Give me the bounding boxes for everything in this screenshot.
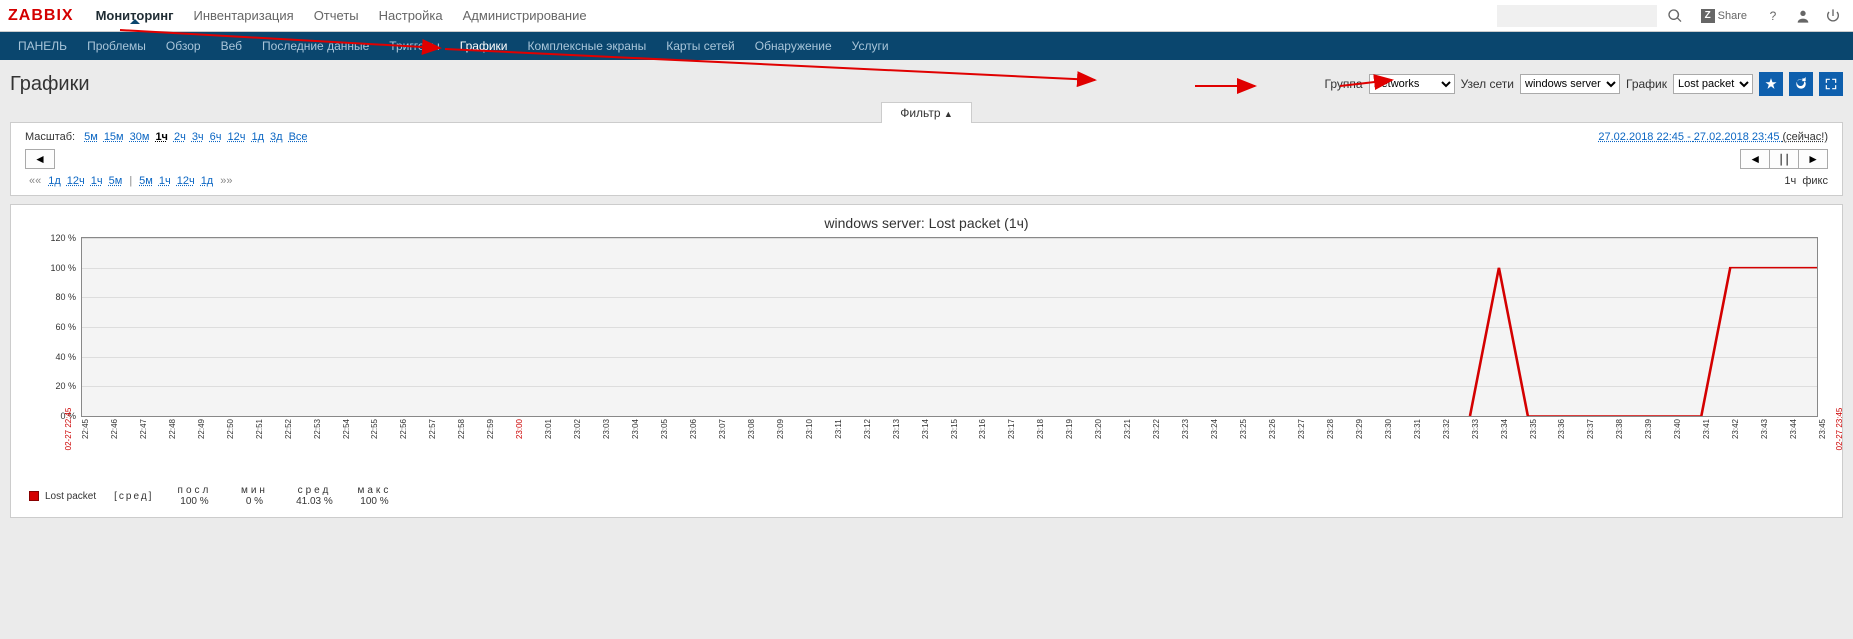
shift-right-lbl: »»: [220, 175, 232, 187]
shift-left-1д[interactable]: 1д: [48, 175, 61, 187]
sub-nav-Обнаружение[interactable]: Обнаружение: [745, 32, 842, 60]
sub-nav-Карты сетей[interactable]: Карты сетей: [656, 32, 745, 60]
shift-right-1д[interactable]: 1д: [201, 175, 214, 187]
sub-nav-Веб[interactable]: Веб: [211, 32, 252, 60]
nav-group-pause[interactable]: ∣∣: [1769, 149, 1799, 169]
top-nav: ZABBIX МониторингИнвентаризацияОтчетыНас…: [0, 0, 1853, 32]
top-nav-Отчеты[interactable]: Отчеты: [304, 8, 369, 23]
chart-legend: Lost packet [сред] посл100 %мин0 %сред41…: [25, 485, 1828, 507]
sub-nav-Последние данные[interactable]: Последние данные: [252, 32, 379, 60]
svg-text:?: ?: [1770, 9, 1777, 23]
zoom-12ч[interactable]: 12ч: [228, 131, 246, 143]
zoom-6ч[interactable]: 6ч: [210, 131, 222, 143]
fix-info: 1ч фикс: [1784, 175, 1828, 187]
zoom-30м[interactable]: 30м: [130, 131, 150, 143]
filter-arrow-icon: ▲: [944, 109, 953, 119]
zoom-1ч[interactable]: 1ч: [155, 131, 168, 143]
group-select[interactable]: Networks: [1369, 74, 1455, 94]
sub-nav-Графики[interactable]: Графики: [450, 32, 518, 60]
filter-tab[interactable]: Фильтр ▲: [881, 102, 972, 123]
sub-nav-Комплексные экраны[interactable]: Комплексные экраны: [518, 32, 657, 60]
top-nav-Администрирование[interactable]: Администрирование: [453, 8, 597, 23]
sub-nav-Триггеры[interactable]: Триггеры: [379, 32, 450, 60]
group-label: Группа: [1325, 77, 1363, 91]
chart-plot[interactable]: 120 % 100 % 80 % 60 % 40 % 20 % 0 %: [81, 237, 1818, 417]
shift-left-5м[interactable]: 5м: [109, 175, 123, 187]
legend-swatch: [29, 491, 39, 501]
shift-left-lbl: ««: [29, 175, 41, 187]
zoom-2ч[interactable]: 2ч: [174, 131, 186, 143]
top-right: Z Share ?: [1497, 4, 1845, 28]
refresh-button[interactable]: [1789, 72, 1813, 96]
graph-label: График: [1626, 77, 1667, 91]
share-z-icon: Z: [1701, 9, 1715, 23]
shift-left-1ч[interactable]: 1ч: [91, 175, 103, 187]
zoom-5м[interactable]: 5м: [84, 131, 98, 143]
graph-select[interactable]: Lost packet: [1673, 74, 1753, 94]
user-icon[interactable]: [1791, 4, 1815, 28]
top-nav-Инвентаризация[interactable]: Инвентаризация: [184, 8, 304, 23]
nav-group-prev[interactable]: ◄: [1740, 149, 1770, 169]
zoom-1д[interactable]: 1д: [252, 131, 265, 143]
shift-left-12ч[interactable]: 12ч: [67, 175, 85, 187]
top-nav-Мониторинг[interactable]: Мониторинг: [86, 8, 184, 23]
header-controls: Группа Networks Узел сети windows server…: [1325, 72, 1843, 96]
fullscreen-button[interactable]: [1819, 72, 1843, 96]
help-icon[interactable]: ?: [1761, 4, 1785, 28]
legend-agg: [сред]: [114, 491, 153, 502]
sub-nav-ПАНЕЛЬ[interactable]: ПАНЕЛЬ: [8, 32, 77, 60]
filter-tab-row: Фильтр ▲: [0, 102, 1853, 122]
search-icon[interactable]: [1663, 4, 1687, 28]
favorite-button[interactable]: [1759, 72, 1783, 96]
share-label: Share: [1718, 10, 1747, 22]
page-header: Графики Группа Networks Узел сети window…: [0, 60, 1853, 102]
zoom-row: Масштаб: 5м 15м 30м 1ч 2ч 3ч 6ч 12ч 1д 3д Все 27.0…: [25, 131, 1828, 143]
legend-name: Lost packet: [45, 491, 96, 502]
top-nav-Настройка[interactable]: Настройка: [369, 8, 453, 23]
host-select[interactable]: windows server: [1520, 74, 1620, 94]
logo: ZABBIX: [8, 7, 74, 25]
host-label: Узел сети: [1461, 77, 1514, 91]
sub-nav-Обзор[interactable]: Обзор: [156, 32, 211, 60]
zoom-3д[interactable]: 3д: [270, 131, 283, 143]
nav-prev-button[interactable]: ◄: [25, 149, 55, 169]
sub-nav: ПАНЕЛЬПроблемыОбзорВебПоследние данныеТр…: [0, 32, 1853, 60]
power-icon[interactable]: [1821, 4, 1845, 28]
zoom-Все[interactable]: Все: [289, 131, 308, 143]
nav-next-button[interactable]: ►: [1798, 149, 1828, 169]
sub-nav-Проблемы[interactable]: Проблемы: [77, 32, 156, 60]
sub-nav-Услуги[interactable]: Услуги: [842, 32, 899, 60]
chart-box: windows server: Lost packet (1ч) 120 % 1…: [10, 204, 1843, 518]
zoom-15м[interactable]: 15м: [104, 131, 124, 143]
page-title: Графики: [10, 73, 90, 96]
time-range[interactable]: 27.02.2018 22:45 - 27.02.2018 23:45 (сей…: [1598, 131, 1828, 143]
zoom-label: Масштаб:: [25, 131, 75, 143]
zoom-3ч[interactable]: 3ч: [192, 131, 204, 143]
shift-row: «« 1д12ч1ч5м | 5м1ч12ч1д »» 1ч фикс: [25, 175, 1828, 187]
chart-area: 120 % 100 % 80 % 60 % 40 % 20 % 0 % 02-2…: [81, 237, 1818, 457]
search-input[interactable]: [1497, 5, 1657, 27]
share-button[interactable]: Z Share: [1693, 4, 1755, 28]
x-axis-labels: 02-27 22:4522:4522:4622:4722:4822:4922:5…: [81, 421, 1818, 457]
time-controls: Масштаб: 5м 15м 30м 1ч 2ч 3ч 6ч 12ч 1д 3д Все 27.0…: [10, 122, 1843, 196]
chart-title: windows server: Lost packet (1ч): [25, 215, 1828, 231]
shift-right-5м[interactable]: 5м: [139, 175, 153, 187]
shift-right-1ч[interactable]: 1ч: [159, 175, 171, 187]
shift-right-12ч[interactable]: 12ч: [177, 175, 195, 187]
nav-btn-row: ◄ ◄ ∣∣ ►: [25, 149, 1828, 169]
